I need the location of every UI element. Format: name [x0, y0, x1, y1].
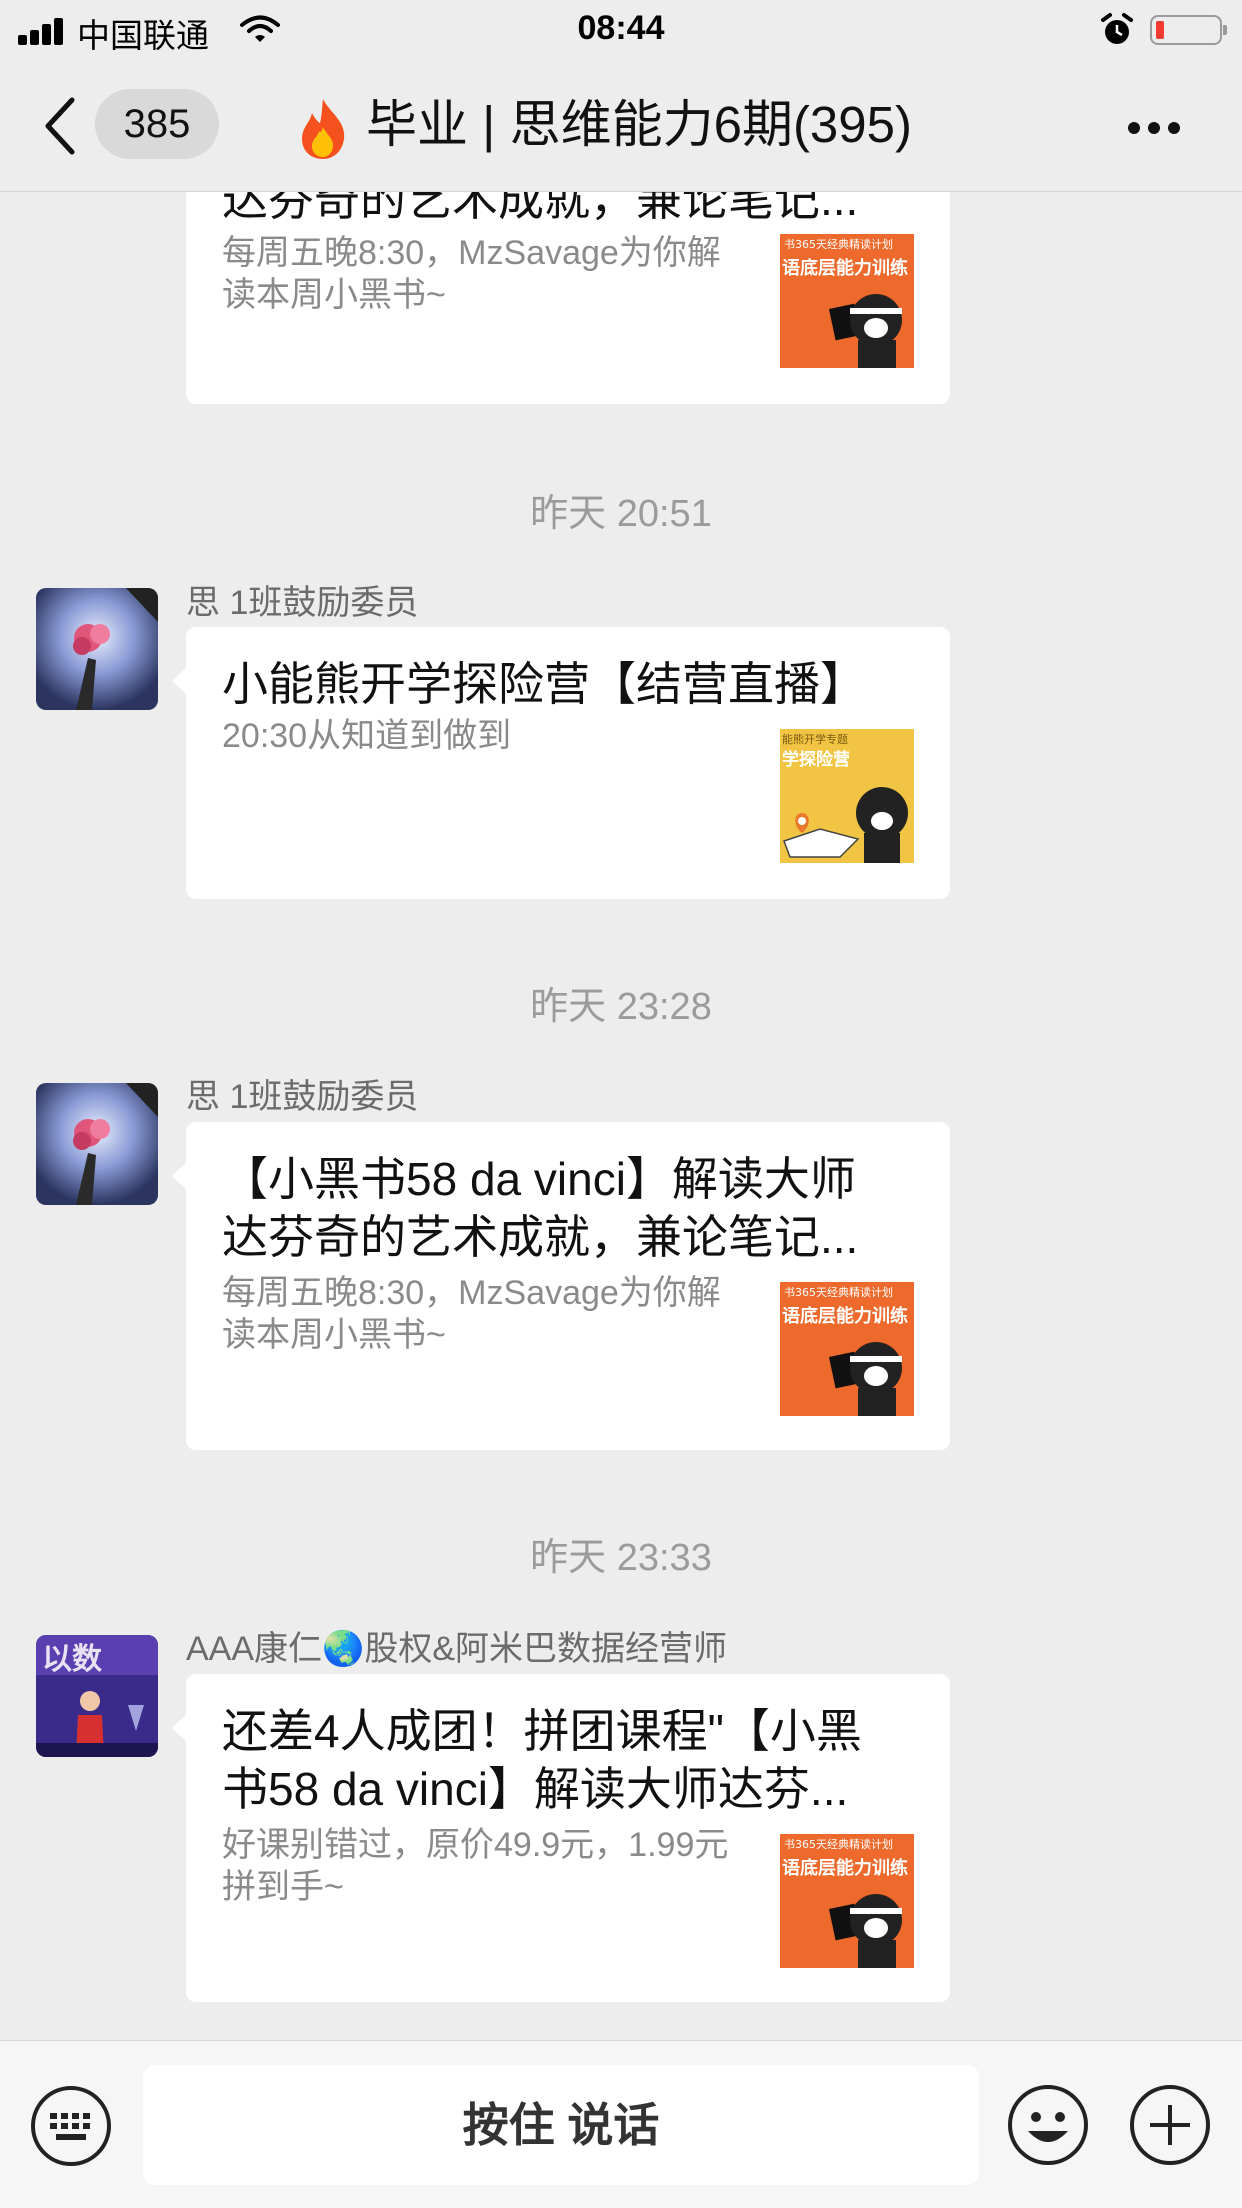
thumb-banner: 能熊开学专题: [782, 732, 848, 746]
unread-count-badge[interactable]: 385: [95, 89, 219, 159]
avatar[interactable]: [36, 588, 158, 710]
more-options-button[interactable]: [1128, 121, 1188, 139]
card-title: 达芬奇的艺术成就，兼论笔记...: [222, 192, 859, 225]
link-card-message[interactable]: 还差4人成团！拼团课程"【小黑 书58 da vinci】解读大师达芬... 好…: [172, 1674, 950, 2002]
thumb-text: 语底层能力训练: [782, 1305, 908, 1327]
card-thumbnail: 书365天经典精读计划 语底层能力训练: [780, 234, 914, 368]
card-title: 小能熊开学探险营【结营直播】: [222, 658, 866, 710]
card-thumbnail: 能熊开学专题 学探险营: [780, 729, 914, 863]
alarm-icon: [1101, 13, 1133, 44]
more-dots-icon: [1128, 122, 1140, 134]
card-thumbnail: 书365天经典精读计划 语底层能力训练: [780, 1834, 914, 1968]
status-bar: 中国联通 08:44: [0, 0, 1242, 60]
card-thumbnail: 书365天经典精读计划 语底层能力训练: [780, 1282, 914, 1416]
card-title: 还差4人成团！拼团课程"【小黑 书58 da vinci】解读大师达芬...: [222, 1705, 862, 1815]
message-timestamp: 昨天 20:51: [530, 493, 712, 535]
svg-text:以数: 以数: [42, 1642, 103, 1677]
plus-icon[interactable]: [1128, 2083, 1212, 2167]
thumb-banner: 书365天经典精读计划: [784, 237, 893, 251]
message-timestamp: 昨天 23:28: [530, 986, 712, 1028]
message-timestamp: 昨天 23:33: [530, 1537, 712, 1579]
thumb-text: 学探险营: [782, 749, 850, 770]
back-arrow-icon[interactable]: [42, 96, 78, 156]
sender-name: 思 1班鼓励委员: [186, 1078, 419, 1116]
fire-icon: [302, 98, 345, 159]
link-card-message[interactable]: 【小黑书58 da vinci】解读大师 达芬奇的艺术成就，兼论笔记... 每周…: [172, 1122, 950, 1450]
chat-header: 385 毕业 | 思维能力6期(395): [0, 60, 1242, 192]
chat-title: 毕业 | 思维能力6期(395): [296, 90, 912, 160]
thumb-text: 语底层能力训练: [782, 257, 908, 279]
avatar[interactable]: [36, 1083, 158, 1205]
thumb-text: 语底层能力训练: [782, 1857, 908, 1879]
hold-to-talk-button[interactable]: 按住 说话: [143, 2065, 979, 2185]
card-title: 【小黑书58 da vinci】解读大师 达芬奇的艺术成就，兼论笔记...: [222, 1153, 859, 1263]
card-description: 20:30从知道到做到: [222, 717, 512, 755]
thumb-banner: 书365天经典精读计划: [784, 1837, 893, 1851]
avatar[interactable]: 以数: [36, 1635, 158, 1757]
keyboard-icon[interactable]: [30, 2085, 112, 2167]
battery-icon: [1150, 15, 1227, 45]
thumb-banner: 书365天经典精读计划: [784, 1285, 893, 1299]
link-card-message[interactable]: 达芬奇的艺术成就，兼论笔记... 每周五晚8:30，MzSavage为你解读本周…: [186, 192, 950, 404]
card-description: 好课别错过，原价49.9元，1.99元拼到手~: [222, 1826, 729, 1906]
chat-input-bar: 按住 说话: [0, 2040, 1242, 2208]
card-description: 每周五晚8:30，MzSavage为你解读本周小黑书~: [222, 234, 721, 314]
message-list[interactable]: 达芬奇的艺术成就，兼论笔记... 每周五晚8:30，MzSavage为你解读本周…: [0, 192, 1242, 2040]
emoji-icon[interactable]: [1006, 2083, 1090, 2167]
chat-title-text: 毕业 | 思维能力6期(395): [366, 96, 913, 153]
sender-name: 思 1班鼓励委员: [186, 584, 419, 622]
sender-name: AAA康仁🌏股权&阿米巴数据经营师: [186, 1630, 728, 1668]
link-card-message[interactable]: 小能熊开学探险营【结营直播】 20:30从知道到做到 能熊开学专题 学探险营: [172, 627, 950, 899]
card-description: 每周五晚8:30，MzSavage为你解读本周小黑书~: [222, 1274, 721, 1354]
status-time: 08:44: [577, 9, 665, 47]
